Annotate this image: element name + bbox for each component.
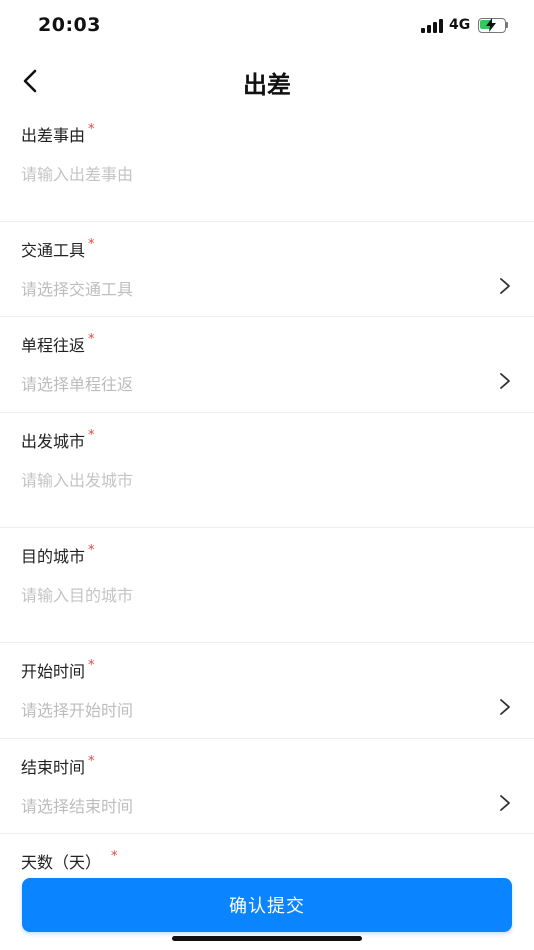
status-bar: 20:03 4G [0, 0, 534, 50]
field-label: 单程往返 * [21, 332, 95, 355]
chevron-right-icon [500, 373, 510, 389]
chevron-right-icon [500, 795, 510, 811]
field-label: 开始时间 * [21, 658, 95, 681]
field-label: 交通工具 * [21, 237, 95, 260]
field-label: 出差事由 * [21, 122, 95, 145]
end-time-select[interactable]: 请选择结束时间 [21, 793, 494, 817]
network-type: 4G [449, 17, 471, 33]
form-row-start-time[interactable]: 开始时间 * 请选择开始时间 [0, 643, 534, 739]
transport-select[interactable]: 请选择交通工具 [21, 276, 494, 300]
submit-button[interactable]: 确认提交 [22, 878, 512, 932]
chevron-right-icon [500, 699, 510, 715]
page-title: 出差 [243, 71, 291, 99]
form-row-transport[interactable]: 交通工具 * 请选择交通工具 [0, 222, 534, 317]
departure-city-input[interactable] [21, 471, 494, 490]
reason-input[interactable] [21, 165, 494, 184]
destination-city-input[interactable] [21, 586, 494, 605]
nav-bar: 出差 [0, 55, 534, 107]
trip-form: 出差事由* 交通工具* 请选择交通工具 单程往返* 请选择单程往返 出发城市* … [0, 107, 534, 894]
battery-icon [478, 18, 508, 33]
form-row-end-time[interactable]: 结束时间 * 请选择结束时间 [0, 739, 534, 834]
form-row-reason: 出差事由 * [0, 107, 534, 222]
status-time: 20:03 [38, 14, 101, 36]
trip-type-select[interactable]: 请选择单程往返 [21, 371, 494, 395]
field-label: 目的城市 * [21, 543, 95, 566]
form-row-destination-city: 目的城市 * [0, 528, 534, 643]
field-label: 出发城市 * [21, 428, 95, 451]
signal-icon [421, 19, 443, 33]
form-row-trip-type[interactable]: 单程往返 * 请选择单程往返 [0, 317, 534, 413]
home-indicator [172, 936, 362, 941]
field-label: 结束时间 * [21, 754, 95, 777]
start-time-select[interactable]: 请选择开始时间 [21, 697, 494, 721]
chevron-right-icon [500, 278, 510, 294]
form-row-departure-city: 出发城市 * [0, 413, 534, 528]
